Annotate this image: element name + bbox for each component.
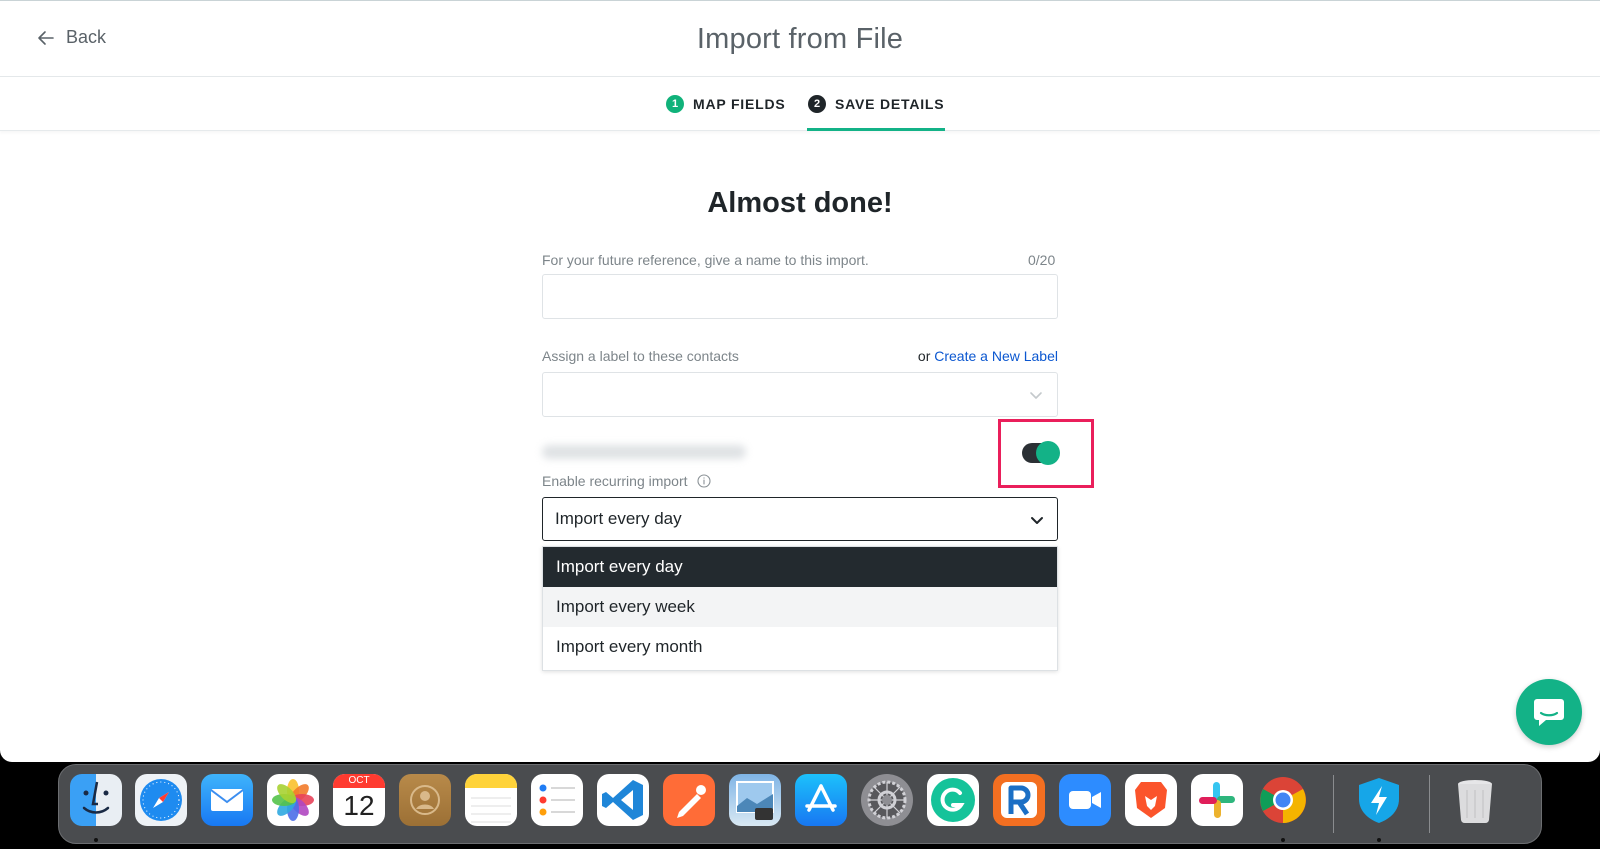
chat-bubble-icon [1534,699,1564,726]
brave-icon[interactable] [1125,774,1177,826]
mail-icon[interactable] [201,774,253,826]
headline: Almost done! [707,187,893,219]
dock-separator [1429,775,1430,833]
rocket-icon[interactable] [993,774,1045,826]
safari-icon[interactable] [135,774,187,826]
macos-dock: OCT 12 [58,764,1542,844]
app-store-icon[interactable] [795,774,847,826]
recurring-label-row: Enable recurring import [542,473,711,489]
char-counter: 0/20 [1028,252,1056,268]
chat-button[interactable] [1516,679,1582,745]
contacts-icon[interactable] [399,774,451,826]
vpn-shield-icon[interactable] [1353,774,1405,826]
system-settings-icon[interactable] [861,774,913,826]
or-text: or [917,348,931,364]
step-label: MAP FIELDS [693,96,786,112]
calendar-month: OCT [333,774,385,788]
recurring-options-dropdown: Import every day Import every week Impor… [542,546,1058,671]
running-indicator [1377,838,1381,842]
blurred-label [542,445,746,459]
finder-icon[interactable] [70,774,122,826]
chrome-icon[interactable] [1257,774,1309,826]
option-import-every-day[interactable]: Import every day [543,547,1057,587]
step-save-details[interactable]: 2 SAVE DETAILS [807,77,946,131]
import-name-input[interactable] [542,274,1058,319]
chevron-down-icon [1030,392,1042,399]
step-map-fields[interactable]: 1 MAP FIELDS [666,77,786,131]
step-label: SAVE DETAILS [835,96,945,112]
app-window: Back Import from File 1 MAP FIELDS 2 SAV… [0,0,1600,762]
option-import-every-week[interactable]: Import every week [543,587,1057,627]
step-number: 2 [808,95,826,113]
create-new-label-link[interactable]: Create a New Label [934,348,1058,364]
info-icon[interactable] [697,474,711,488]
reminders-icon[interactable] [531,774,583,826]
page-title: Import from File [696,23,904,55]
recurring-label: Enable recurring import [542,473,688,489]
create-label-row: or Create a New Label [918,348,1058,364]
slack-icon[interactable] [1191,774,1243,826]
chevron-down-icon [1031,517,1043,524]
photos-icon[interactable] [267,774,319,826]
notes-icon[interactable] [465,774,517,826]
label-assign-label: Assign a label to these contacts [542,348,739,364]
recurring-frequency-select[interactable]: Import every day [542,497,1058,541]
option-import-every-month[interactable]: Import every month [543,627,1057,667]
preview-icon[interactable] [729,774,781,826]
running-indicator [94,838,98,842]
import-name-label: For your future reference, give a name t… [542,252,869,268]
zoom-icon[interactable] [1059,774,1111,826]
steps-bar: 1 MAP FIELDS 2 SAVE DETAILS [0,77,1600,131]
top-bar: Back Import from File [0,1,1600,77]
calendar-day: 12 [343,790,375,821]
recurring-selected-value: Import every day [555,509,682,528]
trash-icon[interactable] [1449,774,1501,826]
highlight-annotation [998,419,1094,488]
calendar-icon[interactable]: OCT 12 [333,774,385,826]
label-select[interactable] [542,372,1058,417]
postman-icon[interactable] [663,774,715,826]
dock-separator [1333,775,1334,833]
step-number: 1 [666,95,684,113]
vscode-icon[interactable] [597,774,649,826]
grammarly-icon[interactable] [927,774,979,826]
running-indicator [1281,838,1285,842]
